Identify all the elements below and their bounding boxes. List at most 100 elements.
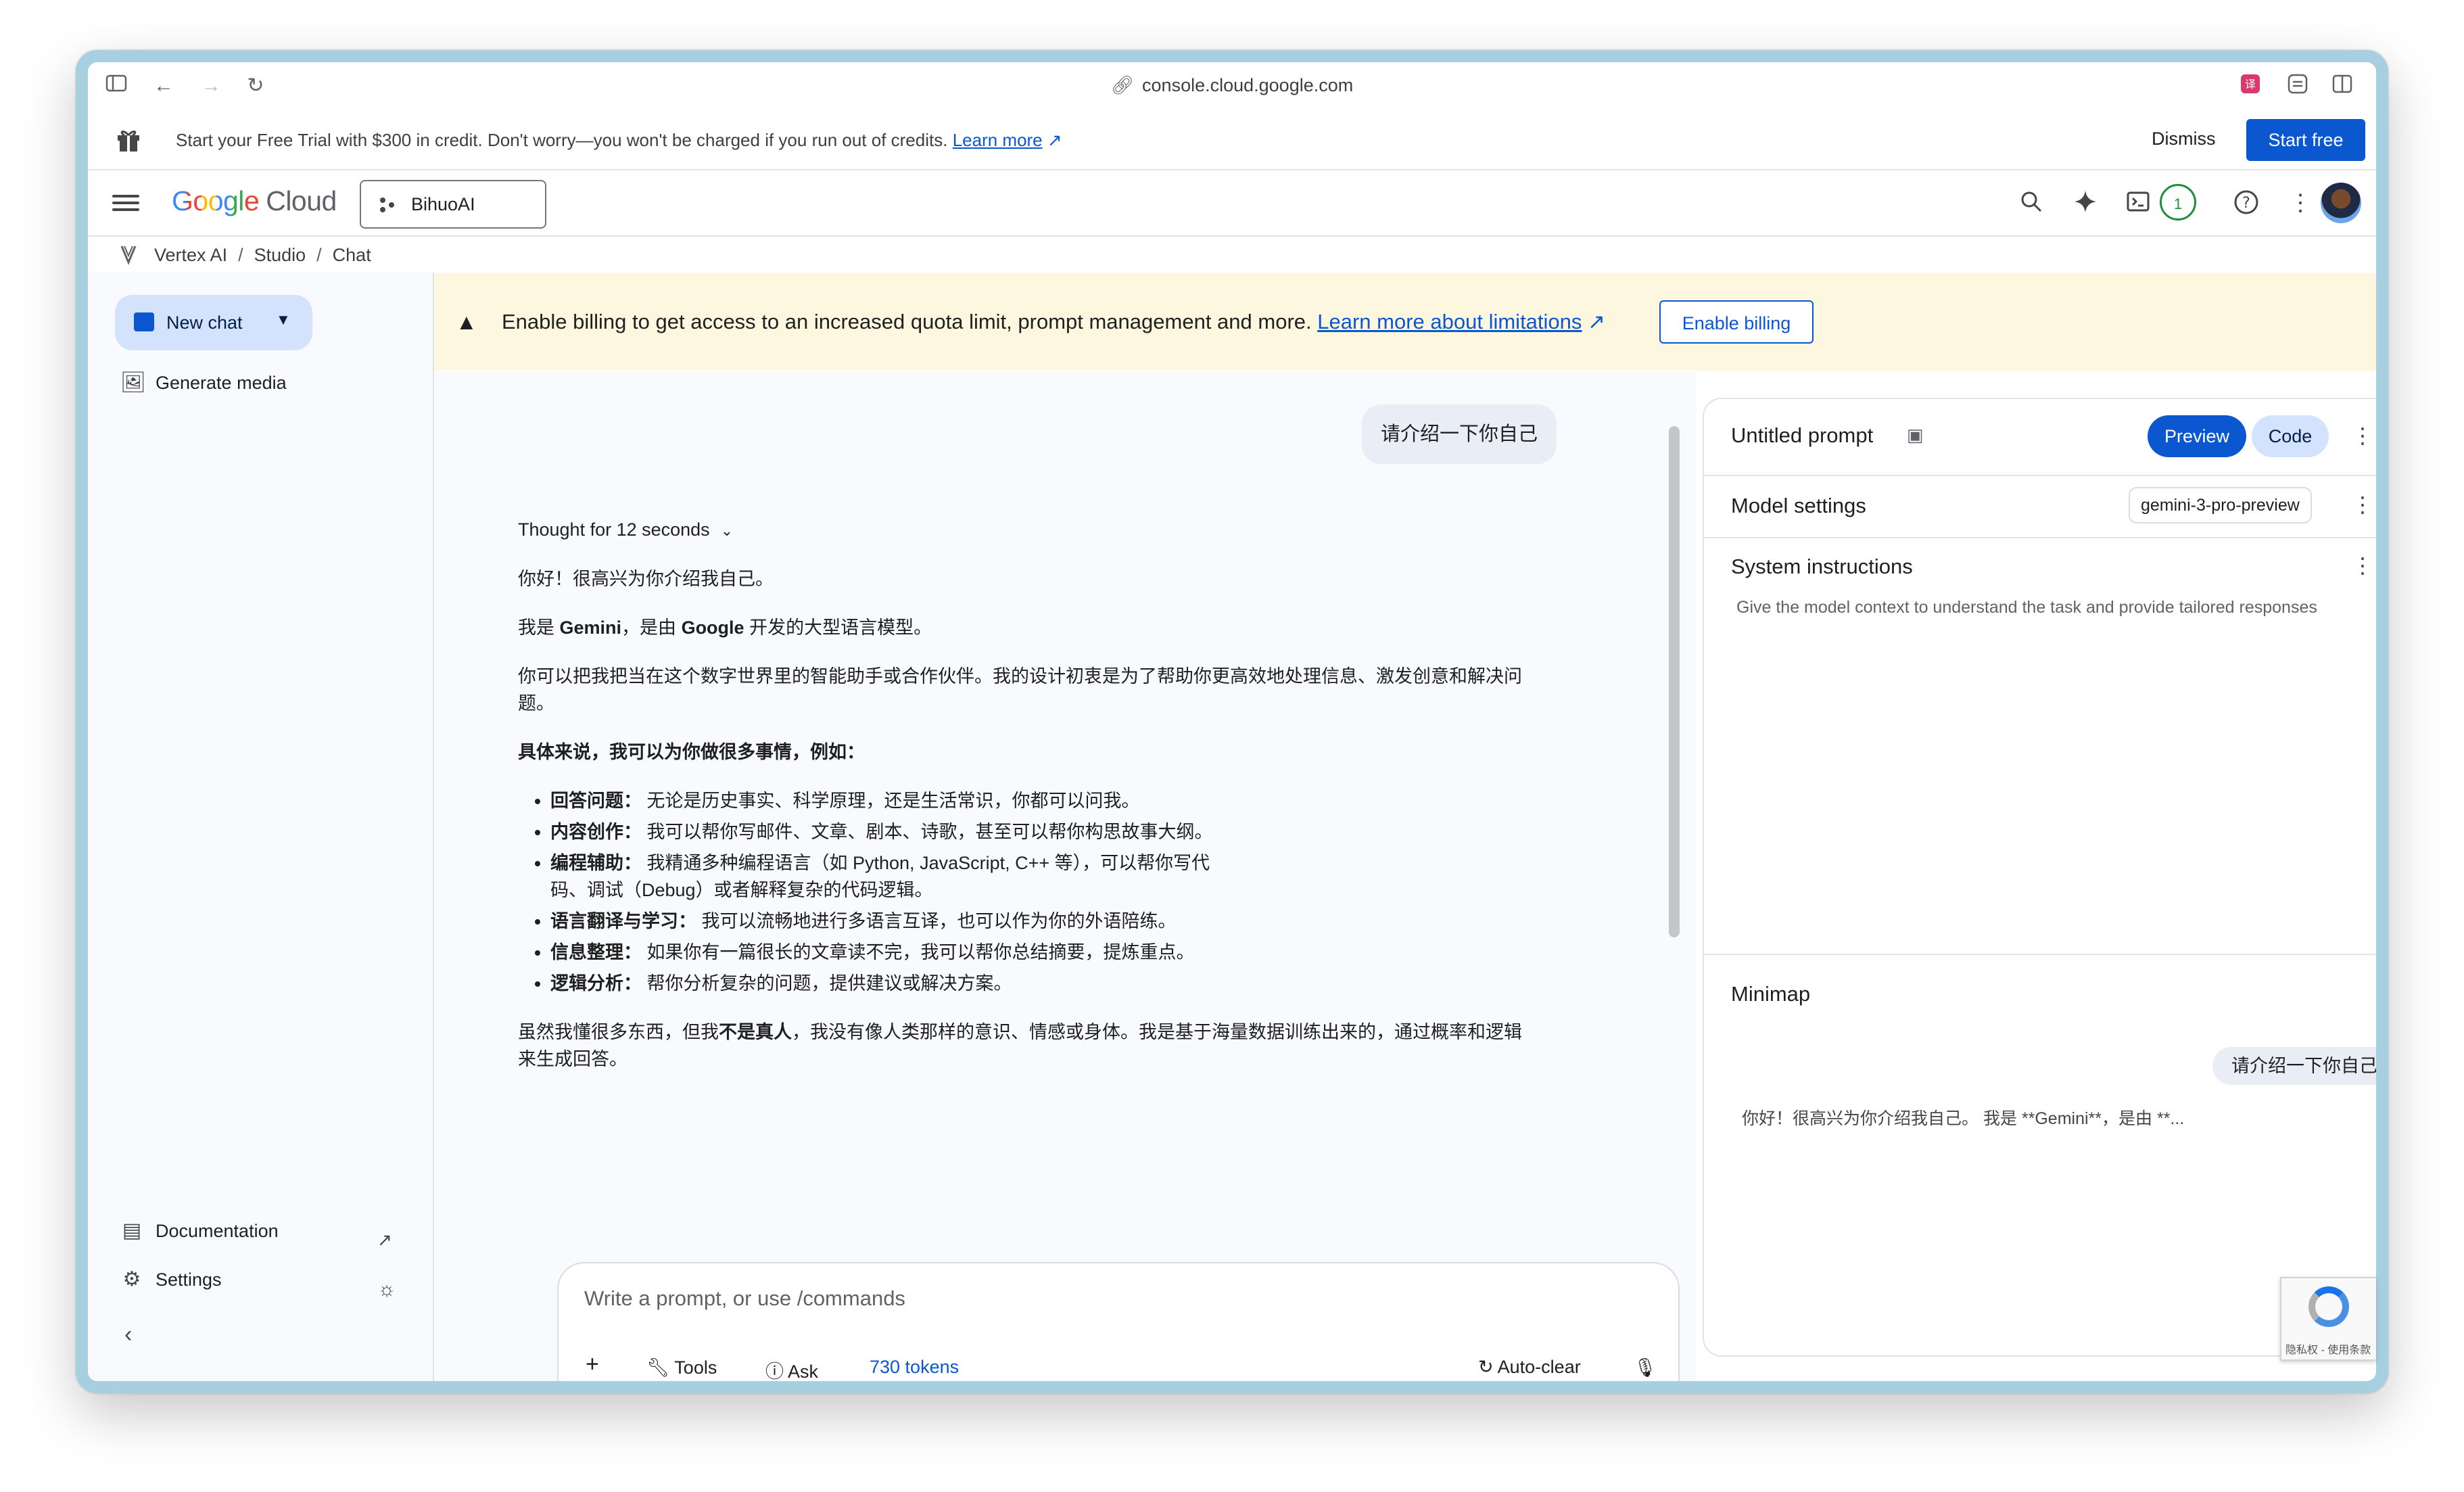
more-options-icon[interactable]: ⋮ — [2287, 189, 2314, 216]
auto-clear-button[interactable]: ↻ Auto-clear — [1478, 1357, 1581, 1378]
chat-scrollbar[interactable] — [1669, 426, 1680, 937]
project-name: BihuoAI — [411, 194, 475, 214]
chat-area: 请介绍一下你自己 Thought for 12 seconds ⌄ 你好！很高兴为… — [434, 372, 1696, 1381]
extension-icon[interactable] — [2285, 74, 2310, 98]
cloud-shell-icon[interactable] — [2125, 189, 2152, 216]
start-free-button[interactable]: Start free — [2246, 119, 2365, 161]
model-settings-section[interactable]: Model settings gemini-3-pro-preview ⋮ ⌄ — [1704, 475, 2376, 538]
microphone-icon[interactable]: 🎙︎ — [1634, 1357, 1657, 1378]
settings-label: Settings — [156, 1269, 222, 1290]
minimap-label: Minimap — [1731, 982, 1811, 1006]
browser-window: ← → ↻ 🔗︎ console.cloud.google.com 译 Start… — [88, 62, 2376, 1381]
prompt-title[interactable]: Untitled prompt — [1731, 423, 1873, 448]
avatar[interactable] — [2321, 183, 2361, 223]
image-add-icon: 🖼︎ — [120, 371, 147, 394]
address-bar[interactable]: 🔗︎ console.cloud.google.com — [88, 74, 2376, 96]
trial-learn-more-link[interactable]: Learn more — [953, 130, 1043, 150]
dismiss-button[interactable]: Dismiss — [2152, 129, 2216, 149]
more-vert-icon[interactable]: ⋮ — [2352, 425, 2373, 446]
list-item: 信息整理： 如果你有一篇很长的文章读不完，我可以帮你总结摘要，提炼重点。 — [550, 939, 1240, 966]
generate-media-label: Generate media — [156, 373, 287, 393]
google-cloud-logo[interactable]: Google Cloud — [172, 185, 337, 217]
dropdown-caret-icon[interactable]: ▼ — [276, 311, 291, 329]
cloud-header: Google Cloud BihuoAI 1 ? ⋮ — [88, 170, 2376, 237]
recaptcha-badge[interactable]: 隐私权 - 使用条款 — [2280, 1277, 2376, 1361]
browser-toolbar: ← → ↻ 🔗︎ console.cloud.google.com 译 — [88, 62, 2376, 110]
breadcrumb-vertex-ai[interactable]: Vertex AI — [154, 245, 227, 265]
vertex-ai-icon — [120, 246, 137, 265]
tools-button[interactable]: 🔧︎ Tools — [646, 1357, 717, 1378]
ask-button[interactable]: ⓘ Ask — [765, 1357, 818, 1381]
external-link-icon: ↗ — [1042, 130, 1062, 150]
gemini-sparkle-icon[interactable] — [2072, 189, 2099, 216]
new-chat-button[interactable]: New chat ▼ — [115, 295, 312, 350]
link-icon: 🔗︎ — [1110, 75, 1135, 95]
system-instructions-section: System instructions ⋮ ⌃ Give the model c… — [1704, 537, 2376, 955]
billing-banner: ▲ Enable billing to get access to an inc… — [434, 273, 2376, 371]
enable-billing-button[interactable]: Enable billing — [1659, 300, 1814, 344]
system-instructions-input[interactable]: Give the model context to understand the… — [1736, 598, 2317, 617]
model-chip[interactable]: gemini-3-pro-preview — [2129, 487, 2312, 523]
more-vert-icon[interactable]: ⋮ — [2352, 555, 2373, 576]
breadcrumb-chat: Chat — [332, 245, 371, 265]
tools-label: Tools — [674, 1357, 717, 1378]
billing-text: Enable billing to get access to an incre… — [502, 310, 1605, 333]
system-instructions-label: System instructions — [1731, 555, 1913, 578]
prompt-side-panel: Untitled prompt ▣ Preview Code ⋮ ✕ Model… — [1703, 398, 2376, 1357]
save-icon[interactable]: ▣ — [1907, 425, 1924, 446]
list-item: 逻辑分析： 帮你分析复杂的问题，提供建议或解决方案。 — [550, 970, 1240, 997]
thought-label: Thought for 12 seconds — [518, 519, 710, 540]
prompt-input[interactable]: Write a prompt, or use /commands — [584, 1286, 905, 1311]
documentation-icon: ▤ — [122, 1219, 142, 1242]
response-paragraph: 你好！很高兴为你介绍我自己。 — [518, 569, 774, 589]
url-text: console.cloud.google.com — [1142, 75, 1354, 95]
model-settings-label: Model settings — [1731, 494, 1866, 517]
logo-cloud: Cloud — [266, 185, 337, 216]
trial-message: Start your Free Trial with $300 in credi… — [176, 130, 1062, 150]
project-picker[interactable]: BihuoAI — [360, 180, 546, 229]
preview-button[interactable]: Preview — [2148, 415, 2246, 457]
list-item: 语言翻译与学习： 我可以流畅地进行多语言互译，也可以作为你的外语陪练。 — [550, 908, 1240, 935]
search-icon[interactable] — [2018, 189, 2045, 216]
minimap-user-message[interactable]: 请介绍一下你自己 — [2212, 1047, 2376, 1085]
main-menu-icon[interactable] — [112, 191, 139, 215]
chevron-down-icon: ⌄ — [720, 522, 734, 539]
documentation-label: Documentation — [156, 1221, 279, 1241]
learn-more-limitations-link[interactable]: Learn more about limitations — [1317, 310, 1582, 333]
sidebar-item-settings[interactable]: ⚙ Settings — [120, 1267, 222, 1291]
response-paragraph: 虽然我懂很多东西，但我不是真人，我没有像人类那样的意识、情感或身体。我是基于海量… — [518, 1022, 1522, 1069]
svg-text:译: 译 — [2245, 78, 2256, 91]
breadcrumb: Vertex AI / Studio / Chat — [88, 237, 2376, 272]
translate-extension-icon[interactable]: 译 — [2238, 74, 2262, 98]
chat-bubble-icon — [134, 312, 154, 331]
sidebar-item-generate-media[interactable]: 🖼︎ Generate media — [120, 371, 287, 394]
response-paragraph: 你可以把我把当在这个数字世界里的智能助手或合作伙伴。我的设计初衷是为了帮助你更高… — [518, 666, 1522, 714]
minimap-model-message[interactable]: 你好！很高兴为你介绍我自己。 我是 **Gemini**，是由 **... — [1742, 1105, 2184, 1129]
logo-google: Google — [172, 185, 260, 216]
collapse-sidebar-icon[interactable]: ‹ — [124, 1322, 132, 1348]
notifications-badge[interactable]: 1 — [2160, 184, 2196, 220]
more-vert-icon[interactable]: ⋮ — [2352, 494, 2373, 515]
open-external-icon[interactable]: ↗ — [377, 1230, 392, 1251]
warning-icon: ▲ — [456, 310, 477, 334]
recaptcha-text: 隐私权 - 使用条款 — [2285, 1345, 2371, 1356]
panel-header: Untitled prompt ▣ Preview Code ⋮ ✕ — [1704, 399, 2376, 476]
help-icon[interactable]: ? — [2233, 189, 2260, 216]
capabilities-list: 回答问题： 无论是历史事实、科学原理，还是生活常识，你都可以问我。 内容创作： … — [518, 787, 1240, 997]
theme-toggle-icon[interactable]: ☼ — [377, 1278, 396, 1301]
new-chat-label: New chat — [166, 312, 243, 333]
sidebar-item-documentation[interactable]: ▤ Documentation — [120, 1219, 279, 1242]
model-response: 你好！很高兴为你介绍我自己。 我是 Gemini，是由 Google 开发的大型… — [518, 565, 1525, 1094]
svg-text:?: ? — [2242, 195, 2250, 212]
token-count[interactable]: 730 tokens — [870, 1357, 959, 1378]
code-button[interactable]: Code — [2252, 415, 2329, 457]
add-icon[interactable]: + — [586, 1351, 599, 1378]
breadcrumb-studio[interactable]: Studio — [254, 245, 306, 265]
question-icon: ⓘ — [765, 1361, 788, 1381]
project-icon — [380, 197, 394, 212]
recaptcha-icon — [2308, 1286, 2349, 1327]
gift-icon — [118, 131, 139, 151]
thought-toggle[interactable]: Thought for 12 seconds ⌄ — [518, 519, 733, 540]
split-view-icon[interactable] — [2330, 74, 2354, 98]
prompt-composer: Write a prompt, or use /commands + 🔧︎ To… — [557, 1262, 1680, 1381]
